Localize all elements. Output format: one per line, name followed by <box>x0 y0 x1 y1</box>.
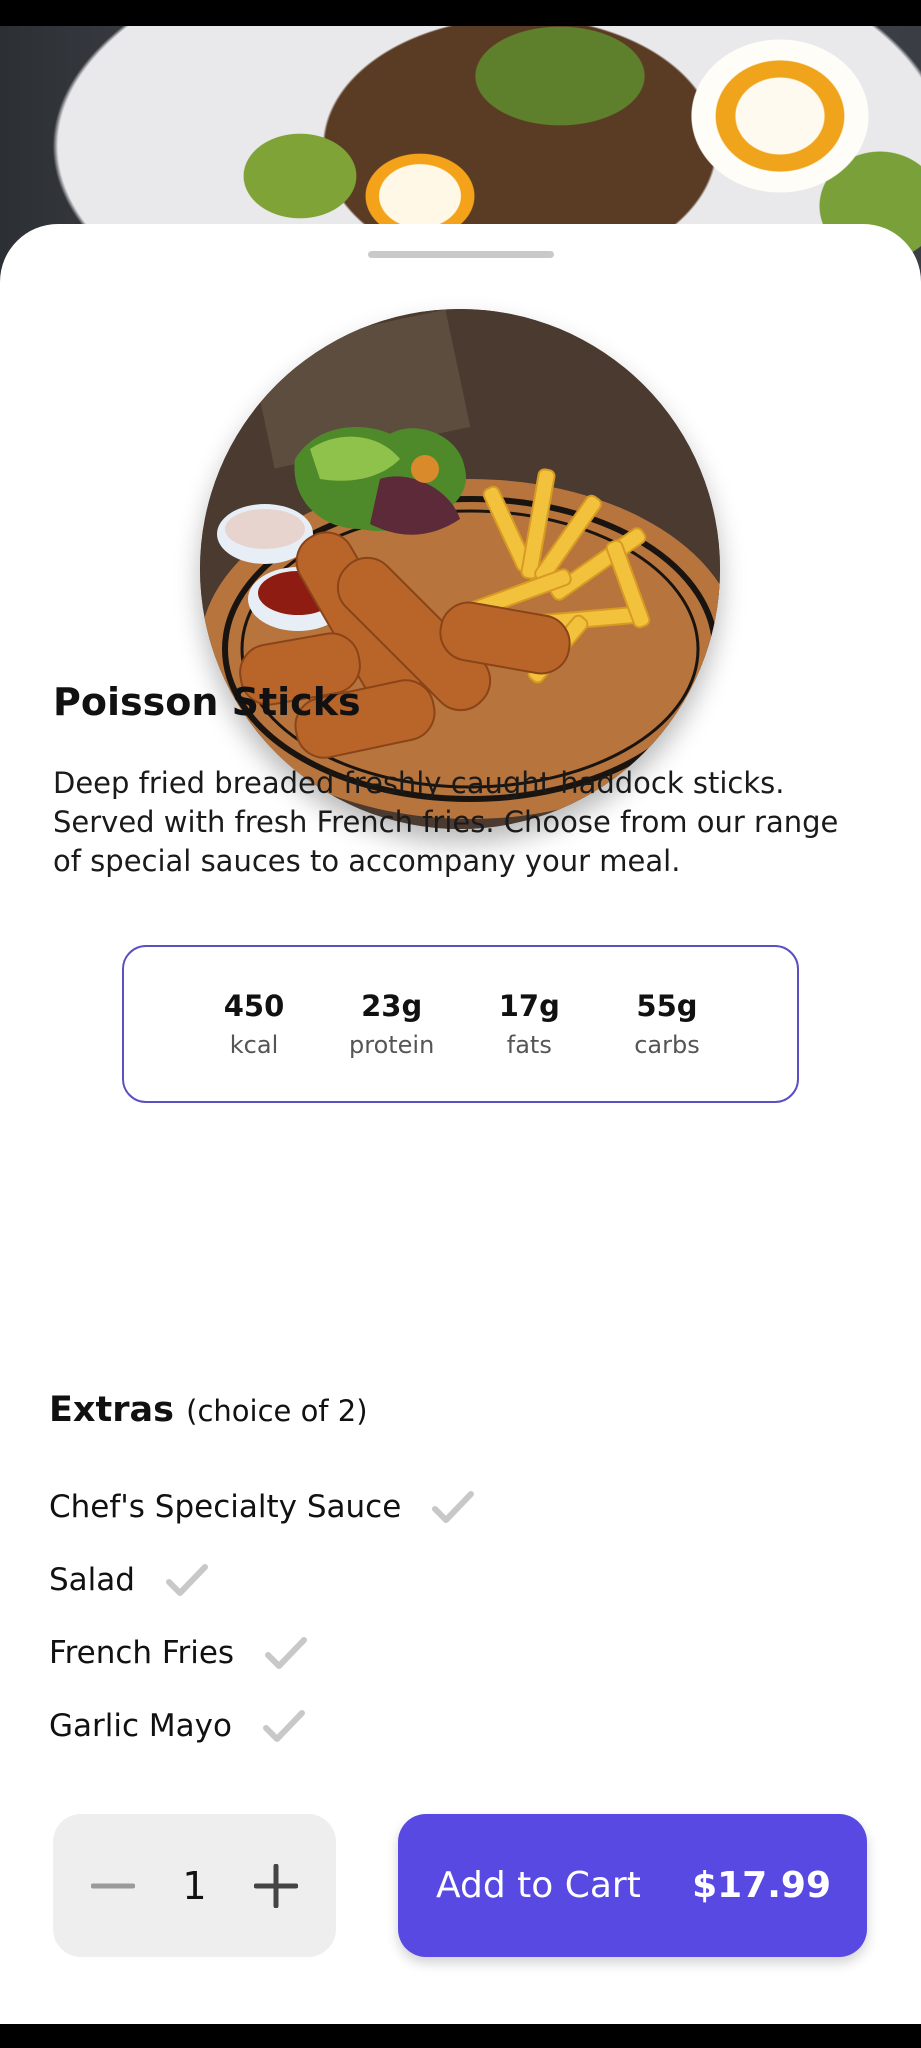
check-icon[interactable] <box>165 1562 209 1598</box>
nutrition-unit: fats <box>506 1031 552 1059</box>
quantity-value: 1 <box>182 1863 207 1908</box>
nutrition-protein: 23g protein <box>332 989 452 1059</box>
dish-photo <box>200 309 720 829</box>
extra-option-chefs-sauce[interactable]: Chef's Specialty Sauce <box>49 1470 475 1543</box>
check-icon[interactable] <box>431 1489 475 1525</box>
extra-option-label: Salad <box>49 1561 135 1598</box>
nutrition-facts-card: 450 kcal 23g protein 17g fats 55g carbs <box>122 945 799 1103</box>
extra-option-salad[interactable]: Salad <box>49 1543 475 1616</box>
dish-description: Deep fried breaded freshly caught haddoc… <box>53 766 839 878</box>
extra-option-label: French Fries <box>49 1634 235 1671</box>
nutrition-unit: kcal <box>229 1031 279 1059</box>
nutrition-unit: protein <box>349 1031 435 1059</box>
nutrition-fats: 17g fats <box>469 989 589 1059</box>
extra-option-garlic-mayo[interactable]: Garlic Mayo <box>49 1689 475 1762</box>
check-icon[interactable] <box>264 1635 308 1671</box>
extras-heading: Extras (choice of 2) <box>49 1390 368 1430</box>
extra-option-label: Garlic Mayo <box>49 1707 232 1744</box>
plus-icon <box>254 1863 298 1908</box>
system-navigation-bar <box>0 2024 921 2048</box>
add-to-cart-button[interactable]: Add to Cart $17.99 <box>398 1814 867 1957</box>
increase-quantity-button[interactable] <box>254 1863 298 1908</box>
nutrition-kcal: 450 kcal <box>194 989 314 1059</box>
cart-price: $17.99 <box>692 1865 831 1906</box>
minus-icon <box>91 1883 135 1888</box>
extra-option-french-fries[interactable]: French Fries <box>49 1616 475 1689</box>
extras-list: Chef's Specialty Sauce Salad French Frie… <box>49 1470 475 1762</box>
extras-subtitle: (choice of 2) <box>186 1394 368 1428</box>
sheet-drag-handle[interactable] <box>368 251 554 258</box>
quantity-stepper: 1 <box>53 1814 336 1957</box>
nutrition-unit: carbs <box>634 1031 700 1059</box>
nutrition-value: 23g <box>361 989 423 1023</box>
dish-title: Poisson Sticks <box>53 680 361 724</box>
extra-option-label: Chef's Specialty Sauce <box>49 1488 402 1525</box>
nutrition-value: 17g <box>498 989 560 1023</box>
add-to-cart-label: Add to Cart <box>436 1865 641 1906</box>
nutrition-value: 450 <box>223 989 285 1023</box>
decrease-quantity-button[interactable] <box>91 1864 135 1908</box>
extras-title: Extras <box>49 1390 174 1430</box>
check-icon[interactable] <box>262 1708 306 1744</box>
status-bar <box>0 0 921 26</box>
nutrition-carbs: 55g carbs <box>607 989 727 1059</box>
nutrition-value: 55g <box>636 989 698 1023</box>
